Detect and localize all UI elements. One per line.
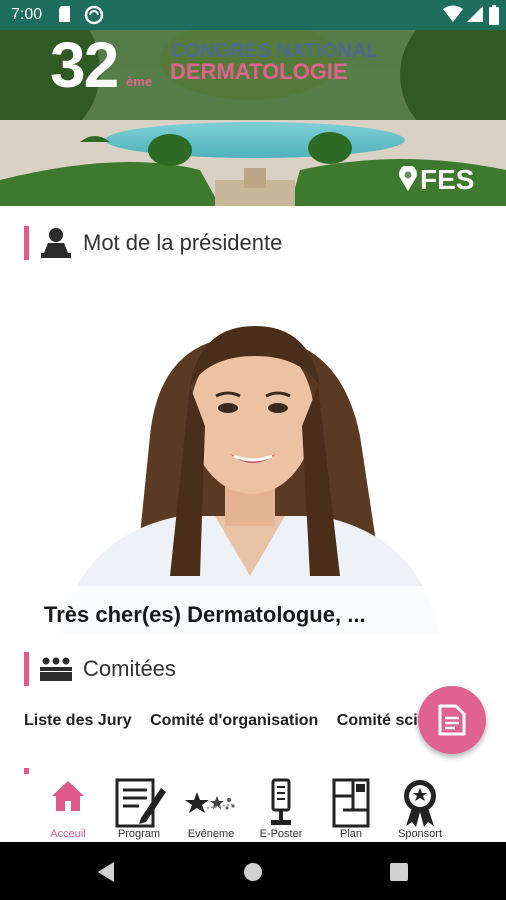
status-time: 7:00	[11, 6, 43, 23]
committee-link-organisation[interactable]: Comité d'organisation	[150, 712, 318, 729]
president-section-title: Mot de la présidente	[83, 230, 283, 255]
section-accent-bar	[24, 652, 29, 686]
program-icon	[115, 778, 166, 828]
events-icon	[185, 792, 236, 813]
wifi-icon	[443, 5, 463, 22]
speaker-icon	[41, 228, 71, 258]
document-icon	[438, 704, 466, 736]
nav-label: Evéneme	[187, 828, 235, 840]
president-caption[interactable]: Très cher(es) Dermatologue, ...	[44, 602, 366, 628]
plan-icon	[332, 778, 370, 828]
battery-icon	[489, 5, 499, 25]
back-icon[interactable]	[96, 861, 116, 883]
nav-item-eposter[interactable]: E-Poster	[248, 774, 314, 842]
president-section-header: Mot de la présidente	[24, 226, 282, 260]
home-icon	[52, 781, 84, 811]
banner-number: 32	[50, 30, 119, 101]
nav-label: Plan	[339, 828, 363, 840]
recents-icon[interactable]	[389, 862, 409, 882]
system-navigation-bar	[0, 842, 506, 900]
nav-label: E-Poster	[259, 828, 303, 840]
nav-item-program[interactable]: Program	[106, 774, 172, 842]
nav-label: Program	[117, 828, 161, 840]
location-pin-icon	[399, 166, 417, 191]
nav-item-sponsors[interactable]: Sponsort	[387, 774, 453, 842]
nav-item-acceuil[interactable]: Acceuil	[35, 774, 101, 842]
committees-section-header: Comitées	[24, 652, 176, 686]
document-fab-button[interactable]	[418, 686, 486, 754]
committee-icon	[40, 657, 72, 681]
section-accent-bar	[24, 226, 29, 260]
congress-banner: 32 ème CONGRES NATIONAL DERMATOLOGIE FES	[0, 30, 506, 206]
committees-section-title: Comitées	[83, 656, 176, 681]
sync-icon	[84, 5, 104, 25]
sd-card-icon	[59, 6, 70, 22]
bottom-navigation: Acceuil Program Evéneme E-Poster Plan Sp…	[0, 774, 506, 842]
home-circle-icon[interactable]	[242, 861, 264, 883]
banner-line2: DERMATOLOGIE	[170, 59, 348, 84]
sponsor-icon	[404, 780, 436, 827]
nav-item-plan[interactable]: Plan	[318, 774, 384, 842]
banner-suffix: ème	[126, 74, 153, 89]
eposter-icon	[271, 778, 291, 825]
nav-label: Acceuil	[50, 828, 86, 840]
committee-link-jury[interactable]: Liste des Jury	[24, 712, 132, 729]
president-photo[interactable]	[40, 276, 460, 634]
main-content[interactable]: Mot de la présidente Très cher(es) Derma…	[0, 206, 506, 774]
banner-location: FES	[420, 164, 475, 195]
signal-icon	[467, 6, 483, 22]
nav-label: Sponsort	[397, 828, 443, 840]
committee-links: Liste des Jury Comité d'organisation Com…	[24, 712, 441, 730]
nav-item-evenements[interactable]: Evéneme	[178, 774, 244, 842]
committee-link-scientifique[interactable]: Comité scie	[337, 712, 427, 729]
status-bar: 7:00	[0, 0, 506, 30]
